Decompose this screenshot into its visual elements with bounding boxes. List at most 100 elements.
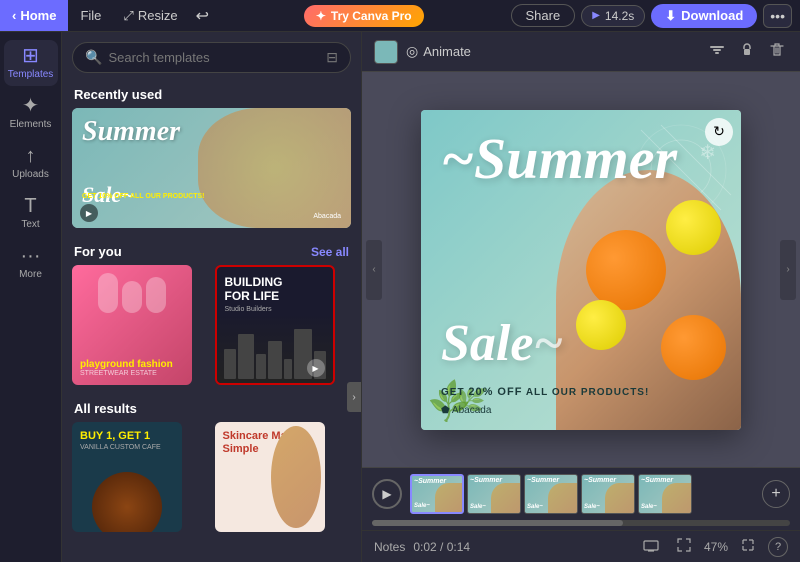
play-icon-building: ▶ — [307, 359, 325, 377]
notes-button[interactable]: Notes — [374, 540, 405, 554]
playground-template-card[interactable]: playground fashion STREETWEAR ESTATE — [72, 265, 192, 385]
sidebar-item-elements[interactable]: ✦ Elements — [4, 90, 58, 136]
more-icon: ··· — [21, 246, 41, 266]
scroll-left[interactable]: ‹ — [366, 240, 382, 300]
coffee-circle — [92, 472, 162, 532]
home-label: Home — [20, 8, 56, 23]
templates-panel: 🔍 ⊟ Recently used Summer Sale~ ▶ GET 10%… — [62, 32, 362, 562]
discount-text-small: GET 10% OFF ALL OUR PRODUCTS! — [82, 193, 205, 200]
sale-title: Sale~ — [441, 318, 563, 370]
sidebar-item-uploads[interactable]: ↑ Uploads — [4, 140, 58, 186]
all-results-grid: BUY 1, GET 1 VANILLA CUSTOM CAFE Skincar… — [62, 422, 361, 542]
file-menu[interactable]: File — [68, 0, 113, 31]
summer-text-small: Summer — [82, 116, 180, 148]
buy-template-card[interactable]: BUY 1, GET 1 VANILLA CUSTOM CAFE — [72, 422, 182, 532]
play-icon: ▶ — [592, 10, 600, 21]
help-button[interactable]: ? — [768, 537, 788, 557]
search-bar: 🔍 ⊟ — [72, 42, 351, 73]
search-icon: 🔍 — [85, 49, 102, 66]
refresh-button[interactable]: ↻ — [705, 118, 733, 146]
lemon-1 — [666, 200, 721, 255]
design-card[interactable]: ↻ ❄ ❄ — [421, 110, 741, 430]
buy-text: BUY 1, GET 1 — [80, 430, 174, 442]
recently-used-header: Recently used — [62, 81, 361, 108]
orange-large — [586, 230, 666, 310]
canvas-viewport[interactable]: ‹ ↻ ❄ ❄ — [362, 72, 800, 467]
building-template-card[interactable]: BUILDINGFOR LIFE Studio Builders ▶ — [215, 265, 335, 385]
building-sub: Studio Builders — [225, 306, 325, 313]
templates-icon: ⊞ — [22, 46, 39, 66]
time-display: 0:02 / 0:14 — [413, 540, 470, 554]
add-clip-button[interactable]: + — [762, 480, 790, 508]
topbar: ‹ Home File ⤢ Resize ↩ ✦ Try Canva Pro S… — [0, 0, 800, 32]
topbar-right: Share ▶ 14.2s ⬇ Download ••• — [511, 4, 800, 28]
brand-text-small: Abacada — [313, 213, 341, 220]
more-options-button[interactable]: ••• — [763, 4, 792, 28]
canvas-area: ◎ Animate ‹ ↻ ❄ ❄ — [362, 32, 800, 562]
see-all-button[interactable]: See all — [311, 245, 349, 259]
search-input[interactable] — [108, 50, 320, 65]
undo-icon: ↩ — [196, 6, 209, 26]
elements-icon: ✦ — [22, 96, 39, 116]
thumbnail-4[interactable]: ~Summer Sale~ — [581, 474, 635, 514]
star-icon: ✦ — [316, 9, 326, 23]
playground-label: playground fashion — [80, 359, 184, 370]
people-decoration — [72, 273, 192, 313]
play-button[interactable]: ▶ — [372, 479, 402, 509]
for-you-grid: playground fashion STREETWEAR ESTATE BUI… — [62, 265, 361, 395]
thumbnail-3[interactable]: ~Summer Sale~ — [524, 474, 578, 514]
for-you-header: For you See all — [62, 238, 361, 265]
thumbnail-2[interactable]: ~Summer Sale~ — [467, 474, 521, 514]
face-shape — [271, 426, 321, 528]
thumbnail-1[interactable]: ~Summer Sale~ — [410, 474, 464, 514]
resize-icon: ⤢ — [123, 8, 133, 24]
sidebar-item-more[interactable]: ··· More — [4, 240, 58, 286]
timeline-area: ▶ ~Summer Sale~ ~Summer Sale~ ~Summer — [362, 467, 800, 562]
delete-icon-button[interactable] — [766, 39, 788, 64]
color-swatch[interactable] — [374, 40, 398, 64]
thumbnails-row: ~Summer Sale~ ~Summer Sale~ ~Summer Sale… — [410, 474, 754, 514]
uploads-icon: ↑ — [26, 146, 36, 166]
play-icon-small: ▶ — [80, 204, 98, 222]
filter-icon[interactable]: ⊟ — [326, 49, 338, 66]
scroll-right[interactable]: › — [780, 240, 796, 300]
sidebar-item-templates[interactable]: ⊞ Templates — [4, 40, 58, 86]
timeline-row: ▶ ~Summer Sale~ ~Summer Sale~ ~Summer — [362, 468, 800, 520]
lock-icon-button[interactable] — [736, 39, 758, 64]
resize-button[interactable]: ⤢ Resize — [113, 0, 187, 31]
expand-icon-button[interactable] — [672, 536, 696, 557]
main-layout: ⊞ Templates ✦ Elements ↑ Uploads T Text … — [0, 32, 800, 562]
topbar-center: ✦ Try Canva Pro — [217, 5, 511, 27]
fullscreen-icon-button[interactable] — [736, 536, 760, 557]
download-button[interactable]: ⬇ Download — [651, 4, 757, 28]
zoom-button[interactable]: 47% — [704, 540, 728, 554]
skincare-template-card[interactable]: Skincare Made Simple — [215, 422, 325, 532]
animate-icon: ◎ — [406, 43, 418, 60]
icon-sidebar: ⊞ Templates ✦ Elements ↑ Uploads T Text … — [0, 32, 62, 562]
panel-expand-arrow[interactable]: › — [347, 382, 361, 412]
recent-template-card[interactable]: Summer Sale~ ▶ GET 10% OFF ALL OUR PRODU… — [72, 108, 351, 228]
home-button[interactable]: ‹ Home — [0, 0, 68, 31]
brand-logo: Abacada — [441, 405, 491, 416]
download-icon: ⬇ — [665, 8, 676, 24]
timer-button[interactable]: ▶ 14.2s — [581, 5, 645, 27]
share-button[interactable]: Share — [511, 4, 576, 27]
monitor-icon-button[interactable] — [638, 537, 664, 557]
text-icon: T — [24, 196, 36, 216]
undo-button[interactable]: ↩ — [188, 0, 217, 31]
timeline-scroll-thumb — [372, 520, 623, 526]
timeline-scrollbar[interactable] — [372, 520, 790, 526]
canvas-toolbar: ◎ Animate — [362, 32, 800, 72]
sidebar-item-text[interactable]: T Text — [4, 190, 58, 236]
fruit-decoration — [198, 108, 351, 228]
chevron-left-icon: ‹ — [12, 8, 16, 23]
discount-text: GET 20% OFF ALL OUR PRODUCTS! — [441, 386, 721, 398]
orange-small — [661, 315, 726, 380]
buy-sub: VANILLA CUSTOM CAFE — [80, 444, 174, 451]
animate-button[interactable]: ◎ Animate — [406, 43, 471, 60]
building-title: BUILDINGFOR LIFE — [225, 275, 325, 304]
all-results-header: All results — [62, 395, 361, 422]
style-icon-button[interactable] — [706, 39, 728, 64]
thumbnail-5[interactable]: ~Summer Sale~ — [638, 474, 692, 514]
try-canva-pro-button[interactable]: ✦ Try Canva Pro — [304, 5, 424, 27]
